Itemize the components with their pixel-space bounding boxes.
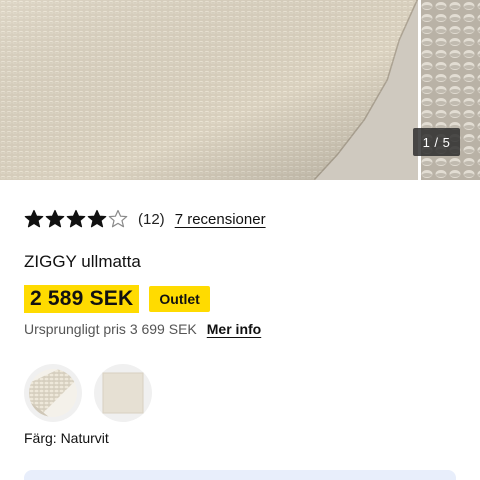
swatch-natural-plain[interactable] bbox=[94, 364, 152, 422]
product-title: ZIGGY ullmatta bbox=[24, 252, 141, 271]
price-row: 2 589 SEK Outlet bbox=[24, 285, 210, 313]
rating-row: (12) 7 recensioner bbox=[24, 208, 266, 230]
product-image-gallery[interactable]: 1 / 5 bbox=[0, 0, 480, 180]
star-filled-icon bbox=[45, 209, 65, 228]
price: 2 589 SEK bbox=[24, 285, 140, 313]
reviews-link[interactable]: 7 recensioner bbox=[175, 211, 266, 228]
original-price: Ursprungligt pris 3 699 SEK bbox=[24, 321, 197, 337]
color-swatches bbox=[24, 364, 152, 422]
swatch-natural-texture[interactable] bbox=[24, 364, 82, 422]
original-price-row: Ursprungligt pris 3 699 SEK Mer info bbox=[24, 319, 261, 339]
product-image bbox=[0, 0, 480, 180]
star-filled-icon bbox=[87, 209, 107, 228]
info-panel bbox=[24, 470, 456, 480]
selected-color: Färg: Naturvit bbox=[24, 430, 109, 446]
swatch-texture-image bbox=[29, 369, 77, 417]
outlet-badge: Outlet bbox=[149, 286, 210, 312]
more-info-link[interactable]: Mer info bbox=[207, 321, 261, 337]
star-filled-icon bbox=[24, 209, 44, 228]
star-rating bbox=[24, 209, 128, 229]
image-pager: 1 / 5 bbox=[413, 128, 460, 156]
rating-count: (12) bbox=[138, 210, 165, 228]
star-empty-icon bbox=[108, 209, 128, 228]
swatch-plain-image bbox=[102, 372, 144, 414]
star-filled-icon bbox=[66, 209, 86, 228]
